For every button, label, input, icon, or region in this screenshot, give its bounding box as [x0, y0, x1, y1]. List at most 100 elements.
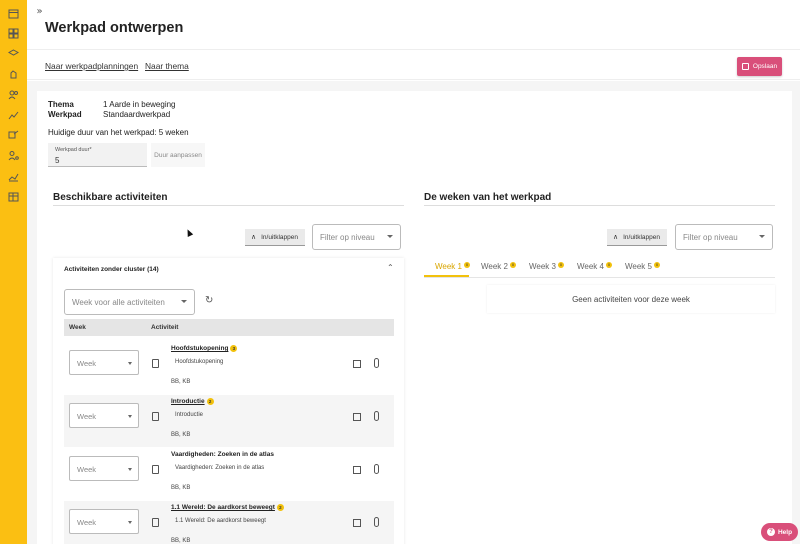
- expand-sidebar-icon[interactable]: »: [31, 4, 48, 19]
- save-icon: [741, 63, 749, 70]
- tab-week-1[interactable]: Week 10: [435, 262, 470, 271]
- cluster-title: Activiteiten zonder cluster (14): [64, 266, 159, 273]
- week-select[interactable]: Week: [69, 403, 139, 428]
- help-label: Help: [777, 528, 793, 536]
- refresh-icon[interactable]: ↻: [205, 295, 213, 306]
- duration-field[interactable]: Werkpad duur* 5: [48, 143, 147, 167]
- level-filter-left[interactable]: Filter op niveau: [312, 224, 401, 250]
- tab-label: Week 2: [481, 262, 508, 271]
- calendar-icon[interactable]: [7, 7, 20, 20]
- count-badge: 3: [230, 345, 238, 352]
- week-placeholder: Week: [77, 465, 97, 474]
- tab-label: Week 5: [625, 262, 652, 271]
- clipboard-icon: [152, 412, 159, 421]
- tab-week-4[interactable]: Week 40: [577, 262, 612, 271]
- caret-down-icon: [387, 235, 393, 238]
- count-badge: 0: [557, 262, 564, 268]
- chevron-up-icon[interactable]: ⌃: [387, 263, 394, 272]
- link-werkpadplanningen[interactable]: Naar werkpadplanningen: [45, 61, 138, 71]
- graduation-cap-icon[interactable]: [7, 47, 20, 60]
- analytics-icon[interactable]: [7, 170, 20, 183]
- activity-title[interactable]: 1.1 Wereld: De aardkorst beweegt 2: [171, 504, 284, 511]
- activity-levels: BB, KB: [171, 485, 191, 491]
- count-badge: 0: [463, 262, 470, 268]
- activity-title-text: Introductie: [171, 398, 205, 405]
- activity-title-text: Vaardigheden: Zoeken in de atlas: [171, 451, 274, 458]
- activity-subtitle: Introductie: [175, 412, 204, 418]
- link-thema[interactable]: Naar thema: [145, 61, 189, 71]
- users-icon[interactable]: [7, 88, 20, 101]
- activity-subtitle: 1.1 Wereld: De aardkorst beweegt: [175, 518, 266, 524]
- person-settings-icon[interactable]: [7, 149, 20, 162]
- count-badge: 0: [605, 262, 612, 268]
- dashboard-icon[interactable]: [7, 27, 20, 40]
- save-button[interactable]: Opslaan: [737, 57, 782, 76]
- table-row: Week Hoofdstukopening 3 Hoofdstukopening …: [64, 342, 394, 394]
- paperclip-icon[interactable]: [374, 411, 379, 421]
- paperclip-icon[interactable]: [374, 358, 379, 368]
- sub-navigation: Naar werkpadplanningen Naar thema Opslaa…: [27, 51, 800, 80]
- help-button[interactable]: ? Help: [761, 523, 798, 541]
- toggle-collapse-button-right[interactable]: ∧ In/uitklappen: [607, 229, 667, 246]
- caret-down-icon: [128, 415, 132, 418]
- filter-placeholder: Filter op niveau: [683, 233, 738, 242]
- count-badge: 2: [276, 504, 284, 511]
- table-row: Week Introductie 2 Introductie BB, KB: [64, 395, 394, 447]
- duration-text: Huidige duur van het werkpad: 5 weken: [48, 128, 189, 137]
- chevron-up-icon: ∧: [251, 234, 257, 241]
- tab-label: Week 1: [435, 262, 462, 271]
- hand-icon[interactable]: [7, 67, 20, 80]
- week-select[interactable]: Week: [69, 350, 139, 375]
- tabs-divider: [424, 277, 775, 278]
- week-select[interactable]: Week: [69, 456, 139, 481]
- tab-week-5[interactable]: Week 50: [625, 262, 660, 271]
- activity-title: Vaardigheden: Zoeken in de atlas: [171, 451, 274, 458]
- divider: [53, 205, 404, 206]
- week-placeholder: Week: [77, 359, 97, 368]
- workpath-icon[interactable]: [7, 128, 20, 141]
- activity-subtitle: Vaardigheden: Zoeken in de atlas: [175, 465, 265, 471]
- werkpad-label: Werkpad: [48, 110, 82, 119]
- trend-icon[interactable]: [7, 109, 20, 122]
- level-filter-right[interactable]: Filter op niveau: [675, 224, 773, 250]
- divider: [424, 205, 775, 206]
- open-external-icon[interactable]: [353, 466, 361, 474]
- tab-label: Week 3: [529, 262, 556, 271]
- open-external-icon[interactable]: [353, 360, 361, 368]
- sidebar-rail: [0, 0, 27, 544]
- save-button-label: Opslaan: [752, 63, 778, 70]
- clipboard-icon: [152, 518, 159, 527]
- paperclip-icon[interactable]: [374, 464, 379, 474]
- caret-down-icon: [759, 235, 765, 238]
- tab-week-3[interactable]: Week 30: [529, 262, 564, 271]
- tab-week-2[interactable]: Week 20: [481, 262, 516, 271]
- count-badge: 0: [509, 262, 516, 268]
- open-external-icon[interactable]: [353, 519, 361, 527]
- activity-title[interactable]: Introductie 2: [171, 398, 214, 405]
- open-external-icon[interactable]: [353, 413, 361, 421]
- toggle-collapse-button-left[interactable]: ∧ In/uitklappen: [245, 229, 305, 246]
- week-for-all-select[interactable]: Week voor alle activiteiten: [64, 289, 195, 315]
- help-icon: ?: [766, 528, 775, 536]
- thema-value: 1 Aarde in beweging: [103, 100, 176, 109]
- filter-placeholder: Filter op niveau: [320, 233, 375, 242]
- empty-week-message: Geen activiteiten voor deze week: [487, 285, 775, 313]
- activity-title-text: Hoofdstukopening: [171, 345, 229, 352]
- clipboard-icon: [152, 465, 159, 474]
- table-icon[interactable]: [7, 190, 20, 203]
- week-placeholder: Week: [77, 412, 97, 421]
- main-content: Thema 1 Aarde in beweging Werkpad Standa…: [27, 81, 800, 544]
- activity-levels: BB, KB: [171, 379, 191, 385]
- paperclip-icon[interactable]: [374, 517, 379, 527]
- count-badge: 2: [206, 398, 214, 405]
- week-select[interactable]: Week: [69, 509, 139, 534]
- table-row: Week 1.1 Wereld: De aardkorst beweegt 2 1…: [64, 501, 394, 544]
- clipboard-icon: [152, 359, 159, 368]
- adjust-duration-button[interactable]: Duur aanpassen: [151, 143, 205, 167]
- activity-title[interactable]: Hoofdstukopening 3: [171, 345, 238, 352]
- duration-field-value: 5: [55, 156, 60, 165]
- top-bar: » Werkpad ontwerpen: [27, 0, 800, 50]
- content-card: Thema 1 Aarde in beweging Werkpad Standa…: [37, 91, 792, 544]
- caret-down-icon: [128, 521, 132, 524]
- caret-down-icon: [128, 468, 132, 471]
